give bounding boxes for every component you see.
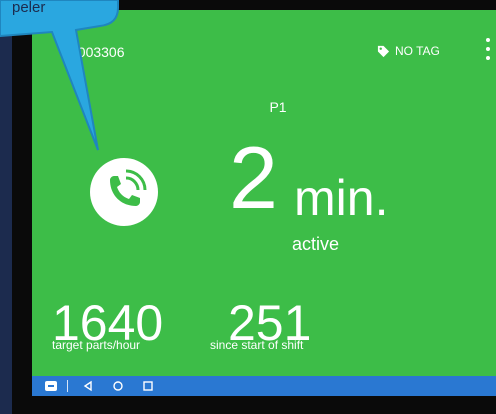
tag-icon	[377, 45, 390, 57]
phone-call-icon[interactable]	[88, 156, 160, 228]
duration-unit: min.	[294, 170, 389, 226]
more-vertical-icon[interactable]	[483, 38, 493, 68]
station-label: P1	[269, 99, 287, 115]
status-state: active	[292, 234, 340, 254]
callout-text: peler	[12, 0, 46, 16]
duration-value: 2	[229, 128, 278, 227]
callout-bubble	[0, 0, 119, 151]
back-icon[interactable]	[82, 380, 94, 392]
recents-icon[interactable]	[142, 380, 154, 392]
home-icon[interactable]	[112, 380, 124, 392]
speech-callout: peler	[0, 0, 140, 160]
tag-label: NO TAG	[395, 44, 440, 58]
target-rate-label: target parts/hour	[52, 338, 141, 352]
tag-button[interactable]: NO TAG	[377, 44, 440, 58]
android-nav-bar	[32, 376, 496, 396]
nav-divider	[67, 380, 68, 392]
app-switch-icon[interactable]	[44, 380, 58, 392]
shift-count-label: since start of shift	[210, 338, 304, 352]
